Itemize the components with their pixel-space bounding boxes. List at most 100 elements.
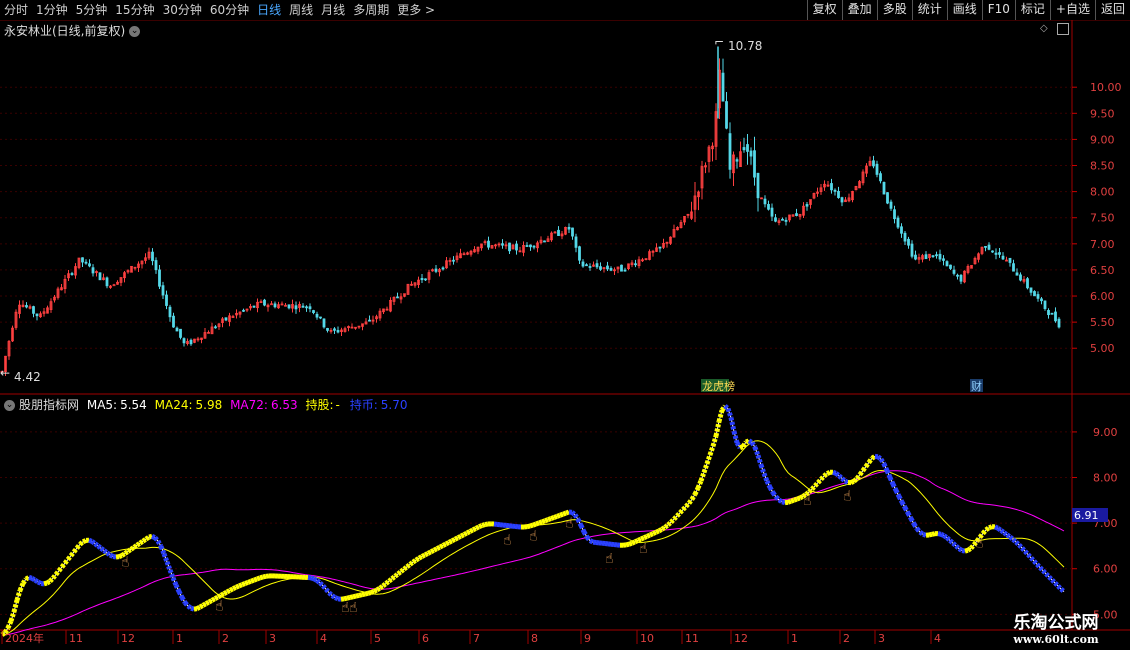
candle-body [620, 264, 623, 272]
candle-body [910, 243, 914, 257]
candle-body [1057, 318, 1061, 328]
candle-body [599, 266, 602, 270]
x-axis-label: 11 [685, 632, 699, 645]
candle-body [903, 232, 907, 242]
coin-segment [588, 538, 595, 545]
cai-badge[interactable]: 财 [971, 379, 982, 393]
coin-segment [961, 548, 966, 554]
hold-segment [222, 589, 229, 596]
hold-segment [547, 516, 552, 523]
hold-segment [367, 590, 372, 596]
candle-body [945, 261, 949, 267]
main-y-label: 6.50 [1090, 264, 1115, 277]
coin-segment [28, 574, 33, 581]
hold-segment [361, 591, 366, 598]
signal-hand-icon: ☝ [605, 551, 614, 567]
min-price-label: 4.42 [14, 370, 41, 384]
candle-body [994, 252, 998, 255]
candle-body [543, 240, 546, 243]
x-axis-label: 6 [422, 632, 429, 645]
candle-body [781, 218, 784, 221]
candle-body [833, 189, 837, 192]
main-y-axis: 10.00 9.50 9.00 8.50 8.00 7.50 7.00 6.50 6.00 5.5… [1072, 81, 1122, 355]
candle-body [1026, 278, 1029, 289]
candle-body [763, 198, 767, 205]
candle-body [746, 144, 749, 152]
x-axis-label: 12 [734, 632, 748, 645]
candle-body [1008, 257, 1012, 263]
candle-body [795, 213, 798, 216]
candle-body [1050, 312, 1054, 315]
hold-segment [204, 599, 211, 606]
candle-body [214, 326, 217, 329]
candle-body [1040, 298, 1043, 302]
coin-segment [922, 531, 927, 538]
coin-segment [310, 575, 315, 582]
candle-body [158, 269, 161, 287]
candle-body [501, 243, 504, 246]
candle-body [588, 266, 592, 268]
candle-body [634, 263, 637, 266]
candle-body [172, 315, 175, 328]
candle-body [315, 313, 319, 318]
candle-body [914, 254, 917, 260]
hold-segment [648, 531, 655, 538]
hold-segment [346, 595, 351, 601]
hold-segment [228, 586, 235, 593]
candle-body [529, 244, 532, 248]
watermark-title: 乐淘公式网 [1013, 613, 1099, 633]
candle-body [182, 338, 186, 344]
signal-hand-icon: ☝ [565, 515, 574, 531]
coin-segment [334, 595, 339, 602]
hold-segment [262, 573, 267, 580]
candle-body [959, 274, 963, 282]
candle-body [567, 226, 571, 230]
candle-body [25, 305, 28, 308]
hold-segment [739, 444, 744, 451]
candle-body [1036, 294, 1040, 299]
main-y-label: 5.00 [1090, 342, 1115, 355]
coin-segment [731, 430, 740, 444]
candle-body [875, 163, 879, 175]
hold-segment [420, 552, 427, 559]
candle-body [224, 317, 228, 321]
candle-body [487, 240, 490, 248]
candle-body [924, 254, 928, 260]
candle-body [112, 284, 116, 287]
hold-segment [216, 593, 223, 600]
coin-segment [150, 534, 157, 540]
candle-body [252, 305, 256, 308]
candle-body [368, 319, 371, 322]
hold-segment [468, 527, 475, 534]
hold-segment [20, 577, 29, 585]
candle-body [308, 306, 312, 310]
hold-segment [11, 599, 20, 613]
x-axis-label: 3 [269, 632, 276, 645]
hold-segment [43, 580, 48, 587]
lhb-badge[interactable]: 龙虎榜 [702, 379, 735, 393]
hold-segment [628, 540, 633, 547]
candle-body [774, 217, 777, 222]
candle-body [735, 159, 739, 162]
signal-hand-icon: ☝ [975, 536, 984, 552]
candle-body [70, 273, 74, 275]
main-y-label: 7.00 [1090, 238, 1115, 251]
hold-segment [349, 594, 354, 600]
candle-body [420, 278, 424, 281]
x-axis-label: 1 [176, 632, 183, 645]
candle-body [725, 101, 728, 129]
candle-body [756, 172, 760, 199]
x-axis-label: 2 [843, 632, 850, 645]
hold-segment [372, 587, 379, 594]
hold-segment [244, 580, 249, 586]
hold-segment [259, 574, 264, 581]
candle-body [1012, 263, 1015, 272]
x-axis-label: 10 [640, 632, 654, 645]
coin-segment [832, 469, 837, 476]
signal-hand-icon: ☝ [121, 555, 130, 571]
hold-segment [689, 492, 698, 501]
candle-body [931, 255, 935, 258]
hold-segment [538, 519, 543, 526]
candle-body [606, 265, 609, 270]
hold-segment [633, 538, 640, 545]
